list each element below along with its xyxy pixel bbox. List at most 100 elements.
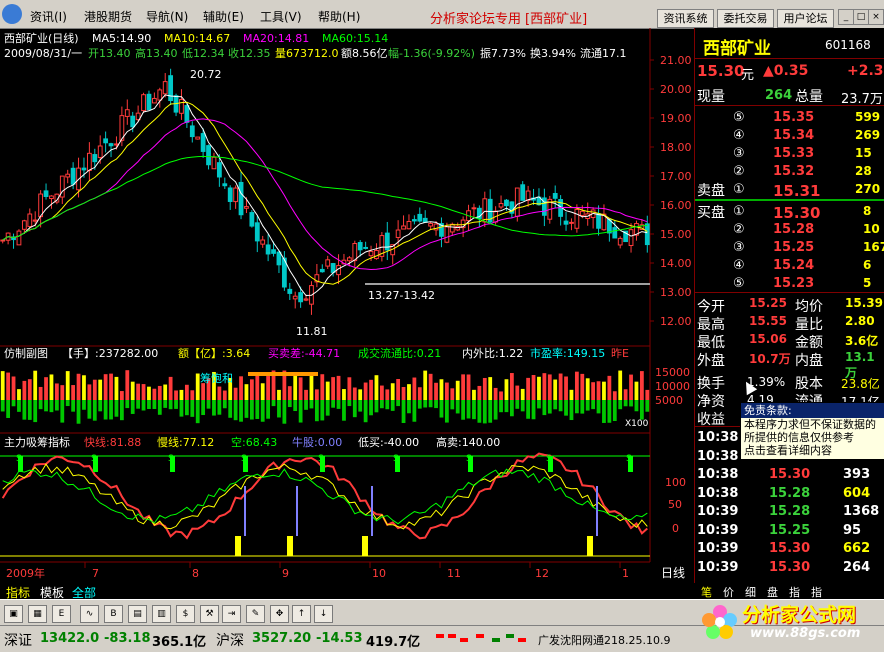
ask-volume: 269 [855,128,881,142]
bar-circulation: 流通17.1 [580,46,627,60]
svg-text:S: S [241,454,247,464]
stat-value: 15.55 [749,314,787,328]
tick-volume: 393 [843,467,871,482]
ask-level: ④ [733,128,745,143]
turnover-label: 换手 [697,376,725,392]
toolbar-chart-icon[interactable]: ∿ [80,605,99,623]
vol-ratio: 成交流通比:0.21 [358,346,441,360]
toolbar-zoom-icon[interactable]: ▣ [4,605,23,623]
vol-tick: 10000 [655,380,690,393]
menu-tools[interactable]: 工具(V) [260,8,302,25]
tick-time: 10:39 [697,541,739,556]
bid-price: 15.25 [773,240,815,255]
toolbar-money-icon[interactable]: $ [176,605,195,623]
svg-text:S: S [466,454,472,464]
vol-hand: 【手】:237282.00 [62,346,158,360]
stat-value: 10.7万 [749,352,791,366]
vol-tick: 15000 [655,366,690,379]
stat-value: 15.06 [749,332,787,346]
indicator-lines: SSSSSSSSS [0,452,650,557]
stat-value: 15.25 [749,296,787,310]
price-tick: 17.00 [660,170,692,183]
tick-volume: 662 [843,541,871,556]
menu-hk-futures[interactable]: 港股期货 [84,8,132,25]
network-info: 广发沈阳网通218.25.10.9 [538,634,671,647]
bar-high: 高13.40 [135,46,178,60]
minimize-icon[interactable]: _ [838,9,854,25]
time-tick-8: 8 [192,567,199,580]
ask-level: ③ [733,146,745,161]
ask-price: 15.33 [773,146,815,161]
volume-bars [0,370,650,424]
toolbar-down-icon[interactable]: ↓ [314,605,333,623]
toolbar-pen-icon[interactable]: ✎ [246,605,265,623]
bid-volume: 5 [863,276,872,290]
trade-button[interactable]: 委托交易 [717,9,774,28]
toolbar-up-icon[interactable]: ↑ [292,605,311,623]
tick-volume: 264 [843,559,871,575]
tooltip-line[interactable]: 点击查看详细内容 [741,444,884,457]
maximize-icon[interactable]: □ [853,9,869,25]
bar-turnover: 换3.94% [530,46,576,60]
tooltip-line: 所提供的信息仅供参考 [744,431,854,444]
ind-bull: 牛股:0.00 [292,435,342,449]
svg-text:S: S [91,454,97,464]
stock-code: 601168 [825,38,871,52]
tick-price: 15.28 [769,504,811,519]
menu-aux[interactable]: 辅助(E) [203,8,244,25]
now-vol-label: 现量 [697,89,725,105]
tick-time: 10:38 [697,467,739,482]
ind-slow: 慢线:77.12 [157,435,214,449]
price-tick: 14.00 [660,257,692,270]
bar-amplitude: 振7.73% [480,46,526,60]
toolbar-grid-icon[interactable]: ▦ [28,605,47,623]
bar-change: 幅-1.36(-9.92%) [388,47,475,60]
tick-time: 10:39 [697,559,739,575]
stat-label: 金额 [795,335,823,351]
toolbar-etf-icon[interactable]: E [52,605,71,623]
toolbar-tools-icon[interactable]: ⚒ [200,605,219,623]
ind-empty: 空:68.43 [231,435,277,449]
bar-amount: 额8.56亿 [341,47,388,60]
watermark: 分析家公式网 www.88gs.com [700,596,884,651]
total-vol-label: 总量 [795,89,823,105]
vol-buysell: 买卖差:-44.71 [268,346,340,360]
toolbar-export-icon[interactable]: ⇥ [222,605,241,623]
toolbar-table-icon[interactable]: ▤ [128,605,147,623]
forum-button[interactable]: 用户论坛 [777,9,834,28]
toolbar-bsi-icon[interactable]: B [104,605,123,623]
svg-text:S: S [546,454,552,464]
watermark-brand: 分析家公式网 [742,604,857,626]
tick-price: 15.30 [769,541,811,556]
sz-label: 深证 [4,633,32,649]
ma-lines [2,94,648,297]
ma60-label: MA60:15.14 [322,32,388,45]
ask-price: 15.32 [773,164,815,179]
close-icon[interactable]: × [868,9,884,25]
disclaimer-tooltip[interactable]: 免责条款: 本程序力求但不保证数据的 所提供的信息仅供参考 点击查看详细内容 [740,402,884,460]
menu-news[interactable]: 资讯(I) [30,8,67,25]
menu-nav[interactable]: 导航(N) [146,8,188,25]
toolbar-move-icon[interactable]: ✥ [270,605,289,623]
hs-label: 沪深 [216,633,244,649]
stat-label: 最低 [697,335,725,351]
divider [695,292,884,293]
ask-level: ⑤ [733,110,745,125]
kline-chart[interactable]: SSSSSSSSS 西部矿业(日线) MA5:14.90 MA10:14.67 … [0,28,692,583]
tick-time: 10:39 [697,504,739,519]
ask-volume: 599 [855,110,881,124]
banner-text: 分析家论坛专用 [西部矿业] [430,12,588,27]
toolbar-bar-icon[interactable]: ▥ [152,605,171,623]
period-label[interactable]: 日线 [661,566,685,580]
menu-help[interactable]: 帮助(H) [318,8,360,25]
bid-level: ④ [733,258,745,273]
price-tick: 13.00 [660,286,692,299]
vol-unit: X100 [625,419,649,429]
svg-text:S: S [626,454,632,464]
bid-level: ③ [733,240,745,255]
ma10-label: MA10:14.67 [164,32,230,45]
price-tick: 16.00 [660,199,692,212]
bid-price: 15.23 [773,276,815,291]
time-tick-9: 9 [282,567,289,580]
news-system-button[interactable]: 资讯系统 [657,9,714,28]
